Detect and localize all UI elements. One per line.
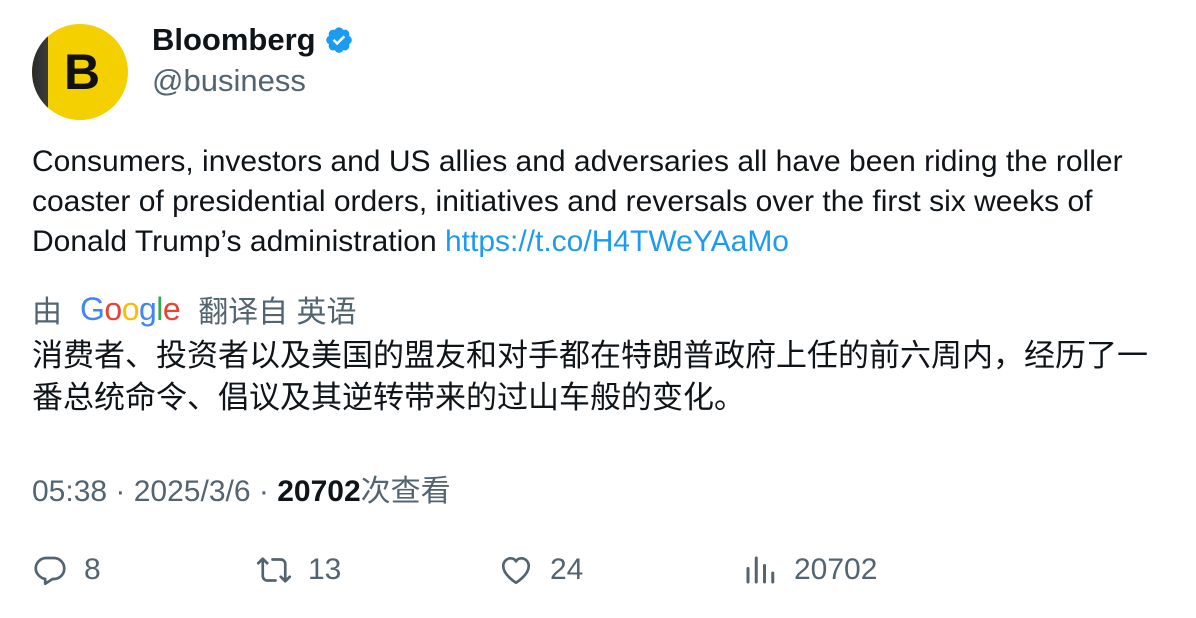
meta-separator: · (107, 475, 134, 508)
verified-badge-icon (324, 25, 354, 55)
author-name-row: Bloomberg (152, 22, 354, 58)
like-icon (501, 556, 531, 585)
views-label: 次查看 (360, 475, 451, 508)
reply-count: 8 (84, 553, 101, 586)
author-display-name[interactable]: Bloomberg (152, 22, 316, 58)
translation-by-label: 由 (32, 296, 62, 329)
reply-button[interactable]: 8 (32, 552, 101, 588)
like-count: 24 (550, 553, 584, 586)
like-button[interactable]: 24 (498, 552, 583, 588)
tweet-card: B Bloomberg @business Consumers, investo… (0, 0, 1196, 618)
translation-attribution: 由 Google 翻译自 英语 (32, 287, 357, 331)
translated-text: 消费者、投资者以及美国的盟友和对手都在特朗普政府上任的前六周内，经历了一番总统命… (32, 338, 1148, 415)
tweet-text: Consumers, investors and US allies and a… (32, 142, 1142, 262)
views-count: 20702 (277, 475, 361, 508)
google-logo: Google (80, 290, 181, 327)
avatar[interactable]: B (32, 24, 128, 120)
tweet-link[interactable]: https://t.co/H4TWeYAaMo (445, 225, 789, 258)
tweet-date[interactable]: 2025/3/6 (134, 475, 251, 508)
author-handle[interactable]: @business (152, 63, 306, 99)
tweet-time[interactable]: 05:38 (32, 475, 107, 508)
retweet-icon (256, 557, 292, 583)
views-action-count: 20702 (794, 553, 878, 586)
translation-source-language[interactable]: 翻译自 英语 (198, 287, 356, 331)
retweet-count: 13 (308, 553, 342, 586)
views-icon (746, 556, 775, 584)
tweet-meta: 05:38 · 2025/3/6 · 20702次查看 (32, 466, 451, 510)
meta-separator: · (250, 475, 278, 508)
views-button[interactable]: 20702 (742, 552, 877, 588)
reply-icon (34, 556, 66, 586)
retweet-button[interactable]: 13 (256, 552, 341, 588)
avatar-letter: B (63, 44, 101, 100)
tweet-actions: 8 13 24 20702 (32, 552, 1162, 592)
